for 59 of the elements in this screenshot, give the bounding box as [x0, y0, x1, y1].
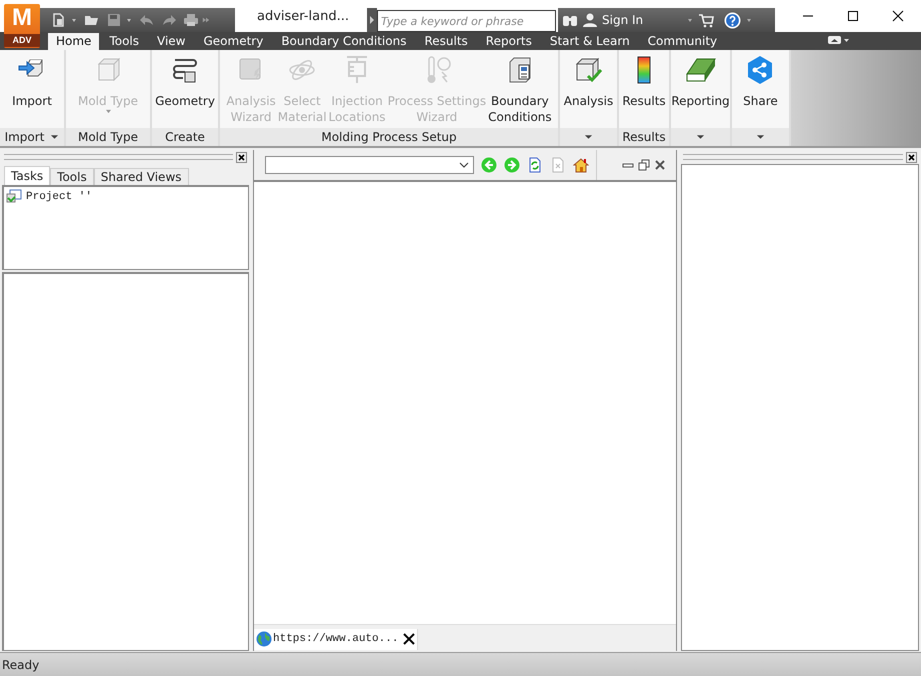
- close-icon[interactable]: [236, 152, 247, 162]
- ribbon-tab[interactable]: Boundary Conditions: [273, 33, 414, 50]
- user-icon[interactable]: [582, 12, 598, 28]
- window-title: adviser-land...: [256, 8, 350, 24]
- panel-tab[interactable]: Tasks: [4, 166, 50, 185]
- chevron-down-icon: [459, 162, 470, 168]
- expand-icon[interactable]: [367, 8, 377, 32]
- close-icon[interactable]: [906, 152, 917, 162]
- home-icon[interactable]: [573, 157, 589, 173]
- help-icon[interactable]: [724, 12, 741, 28]
- restore-icon[interactable]: [638, 159, 650, 171]
- close-button[interactable]: [892, 10, 904, 22]
- maximize-button[interactable]: [847, 10, 859, 22]
- caret-icon[interactable]: [756, 134, 765, 140]
- group-label: Import: [4, 130, 44, 144]
- status-text: Ready: [2, 658, 40, 672]
- ribbon-tab[interactable]: Reports: [478, 33, 540, 50]
- ribbon-tab[interactable]: Start & Learn: [542, 33, 638, 50]
- ribbon-button[interactable]: Results: [621, 50, 667, 128]
- ribbon-button[interactable]: Analysis: [562, 50, 614, 128]
- close-icon[interactable]: [403, 633, 416, 645]
- close-icon[interactable]: [654, 159, 666, 171]
- ribbon-button[interactable]: Import: [11, 50, 53, 128]
- edition-badge: ADV: [4, 34, 40, 47]
- logo-letter: M: [12, 4, 32, 32]
- ribbon-tab[interactable]: Tools: [101, 33, 147, 50]
- caret-icon[interactable]: [50, 134, 60, 140]
- ribbon-options-icon[interactable]: [827, 35, 852, 45]
- panel-tab[interactable]: Tools: [50, 168, 94, 185]
- ribbon-tab[interactable]: Results: [416, 33, 476, 50]
- address-combo[interactable]: [265, 156, 474, 174]
- tree-item[interactable]: Project '': [26, 191, 92, 203]
- project-icon[interactable]: [6, 189, 22, 205]
- group-label: Create: [165, 130, 205, 144]
- ribbon-tab[interactable]: Community: [640, 33, 726, 50]
- redo-icon[interactable]: [161, 12, 177, 28]
- new-file-icon[interactable]: [51, 12, 67, 28]
- ribbon-button[interactable]: Share: [742, 50, 779, 128]
- group-label: Molding Process Setup: [321, 130, 457, 144]
- ribbon-tab[interactable]: Home: [48, 33, 100, 50]
- browser-tab[interactable]: https://www.auto...: [254, 629, 418, 650]
- ribbon-button[interactable]: Boundary Conditions: [487, 50, 553, 128]
- globe-icon: [256, 631, 272, 647]
- ribbon-button[interactable]: Geometry: [154, 50, 216, 128]
- cart-icon[interactable]: [698, 12, 714, 28]
- print-icon[interactable]: [183, 12, 199, 28]
- app-logo[interactable]: M ADV: [4, 4, 40, 48]
- caret-icon[interactable]: [584, 134, 593, 140]
- ribbon-tab[interactable]: View: [149, 33, 194, 50]
- sign-in-button[interactable]: Sign In: [602, 13, 682, 27]
- ribbon-button[interactable]: Reporting: [670, 50, 731, 128]
- caret-icon[interactable]: [696, 134, 705, 140]
- refresh-icon[interactable]: [527, 157, 544, 173]
- panel-tab[interactable]: Shared Views: [94, 168, 189, 185]
- group-label: Mold Type: [78, 130, 138, 144]
- ribbon-tab[interactable]: Geometry: [195, 33, 272, 50]
- search-field[interactable]: Type a keyword or phrase: [377, 10, 556, 32]
- group-label: Results: [622, 130, 666, 144]
- save-icon[interactable]: [106, 12, 122, 28]
